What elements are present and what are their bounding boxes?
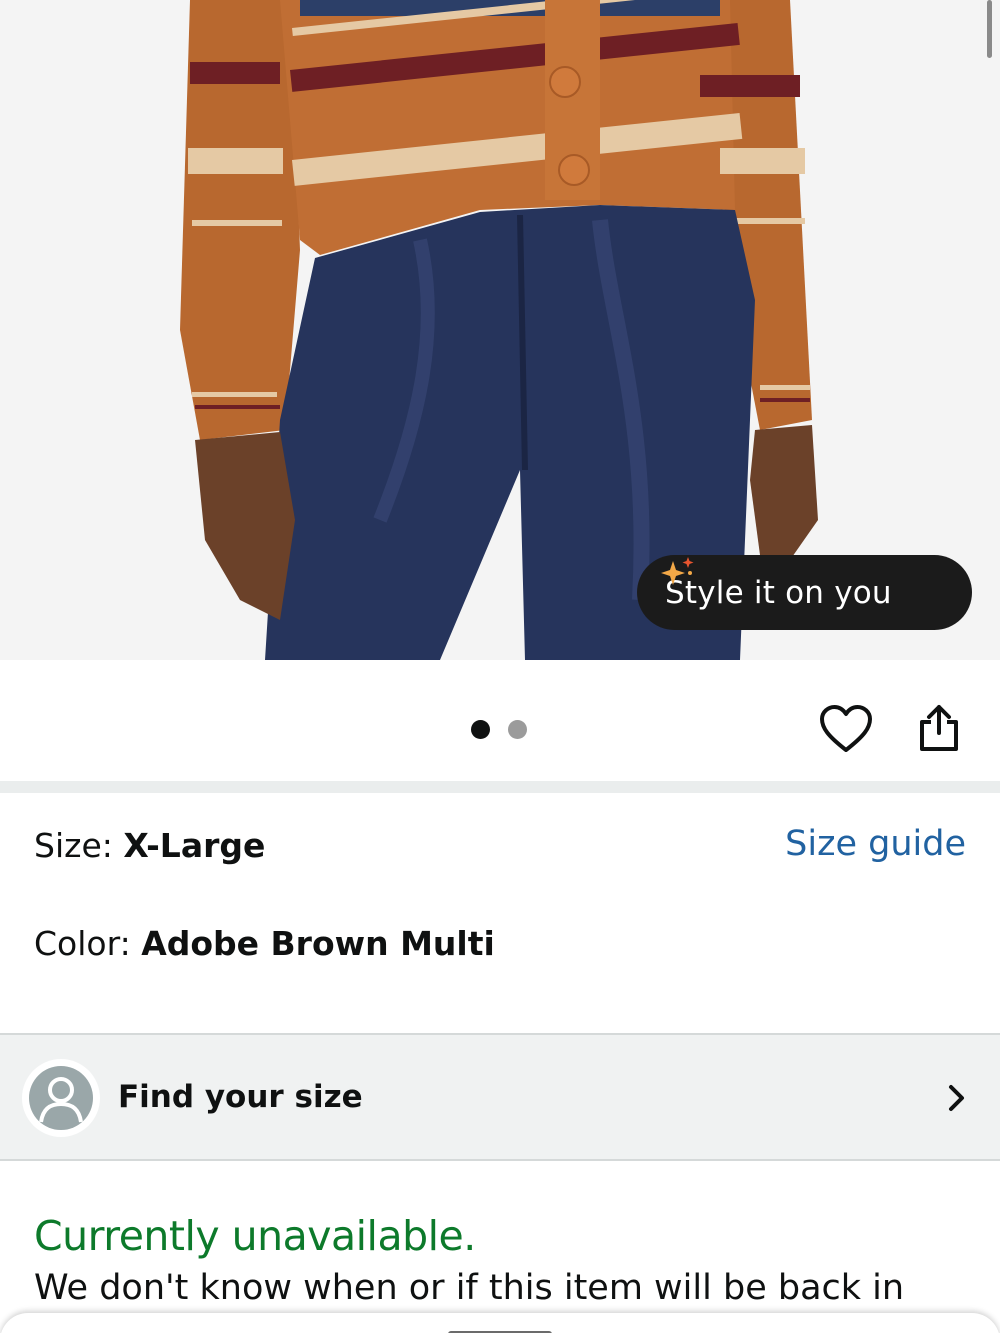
- size-guide-link[interactable]: Size guide: [785, 824, 966, 864]
- share-icon: [920, 705, 958, 751]
- favorite-button[interactable]: [818, 703, 874, 755]
- share-button[interactable]: [912, 703, 966, 755]
- heart-icon: [820, 705, 872, 752]
- size-value: X-Large: [123, 826, 266, 865]
- image-pagination: [471, 720, 527, 739]
- availability-message: We don't know when or if this item will …: [34, 1268, 905, 1308]
- chevron-right-icon: [949, 1085, 964, 1111]
- availability-status: Currently unavailable.: [34, 1212, 476, 1260]
- sparkle-icon: [661, 557, 694, 585]
- find-your-size-row[interactable]: Find your size: [0, 1033, 1000, 1161]
- section-divider: [0, 781, 1000, 793]
- bottom-sheet[interactable]: [0, 1313, 1000, 1333]
- color-selection: Color: Adobe Brown Multi: [34, 924, 495, 963]
- size-selection: Size: X-Large: [34, 826, 265, 865]
- pagination-dot-active[interactable]: [471, 720, 490, 739]
- avatar: [22, 1059, 100, 1137]
- scroll-indicator: [987, 0, 992, 58]
- size-label: Size:: [34, 826, 124, 865]
- find-your-size-label: Find your size: [118, 1079, 363, 1115]
- product-image[interactable]: Style it on you: [0, 0, 1000, 660]
- pagination-dot[interactable]: [508, 720, 527, 739]
- style-it-on-you-button[interactable]: Style it on you: [637, 555, 972, 630]
- color-label: Color:: [34, 924, 142, 963]
- color-value: Adobe Brown Multi: [141, 924, 495, 963]
- person-icon: [39, 1077, 83, 1123]
- style-button-label: Style it on you: [665, 574, 892, 611]
